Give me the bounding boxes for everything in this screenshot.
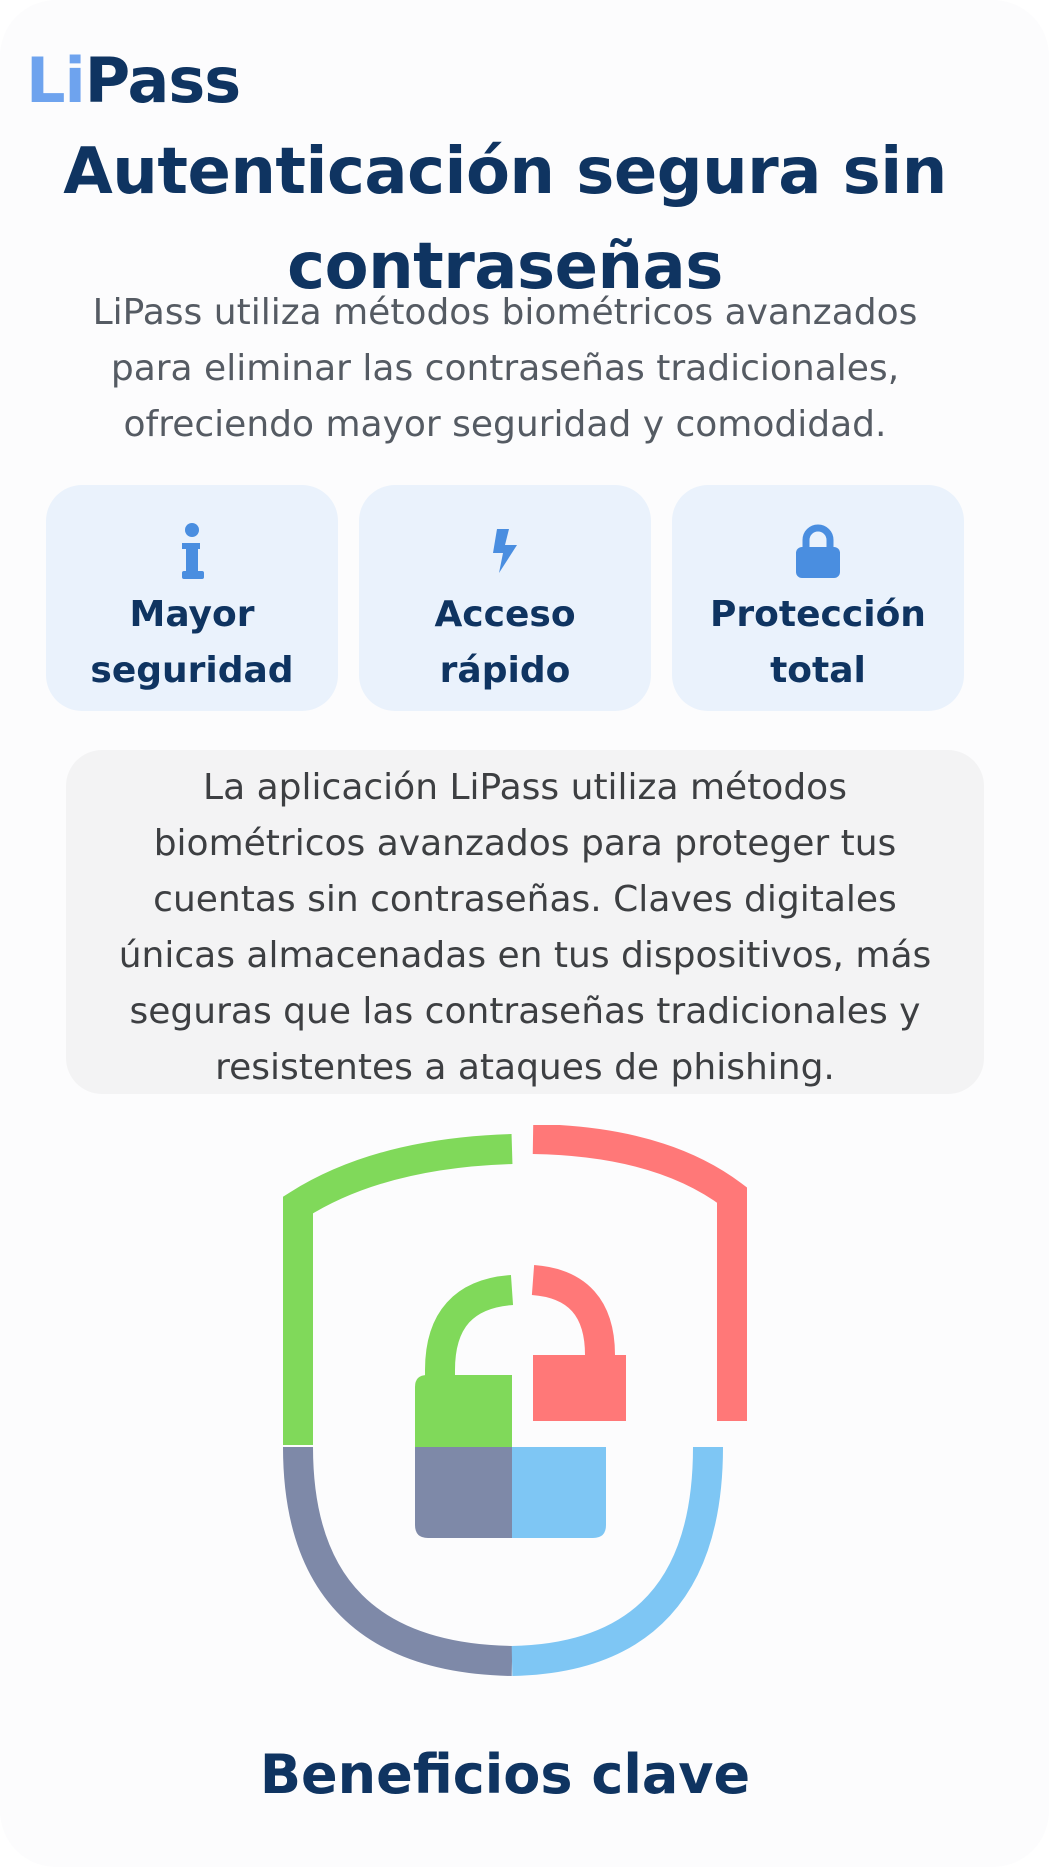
info-icon (167, 521, 217, 581)
logo-pass: Pass (84, 44, 241, 117)
feature-cards: Mayor seguridad Acceso rápido Protección… (46, 485, 964, 711)
lock-icon (793, 521, 843, 581)
feature-card-protection: Protección total (672, 485, 964, 711)
feature-label: Acceso rápido (434, 594, 576, 691)
feature-card-security: Mayor seguridad (46, 485, 338, 711)
feature-card-speed: Acceso rápido (359, 485, 651, 711)
hero-subtitle: LiPass utiliza métodos biométricos avanz… (92, 292, 918, 445)
logo-li: Li (26, 44, 86, 117)
lipass-logo[interactable]: LiPass (26, 40, 241, 122)
lightning-bolt-icon (480, 521, 530, 581)
benefits-title: Beneficios clave (259, 1743, 751, 1806)
description-text: La aplicación LiPass utiliza métodos bio… (118, 767, 932, 1088)
landing-page: LiPass Autenticación segura sin contrase… (0, 0, 1049, 1867)
feature-label: Protección total (710, 594, 926, 691)
shield-lock-illustration (283, 1125, 747, 1676)
description-box: La aplicación LiPass utiliza métodos bio… (66, 750, 984, 1094)
feature-label: Mayor seguridad (90, 594, 294, 691)
